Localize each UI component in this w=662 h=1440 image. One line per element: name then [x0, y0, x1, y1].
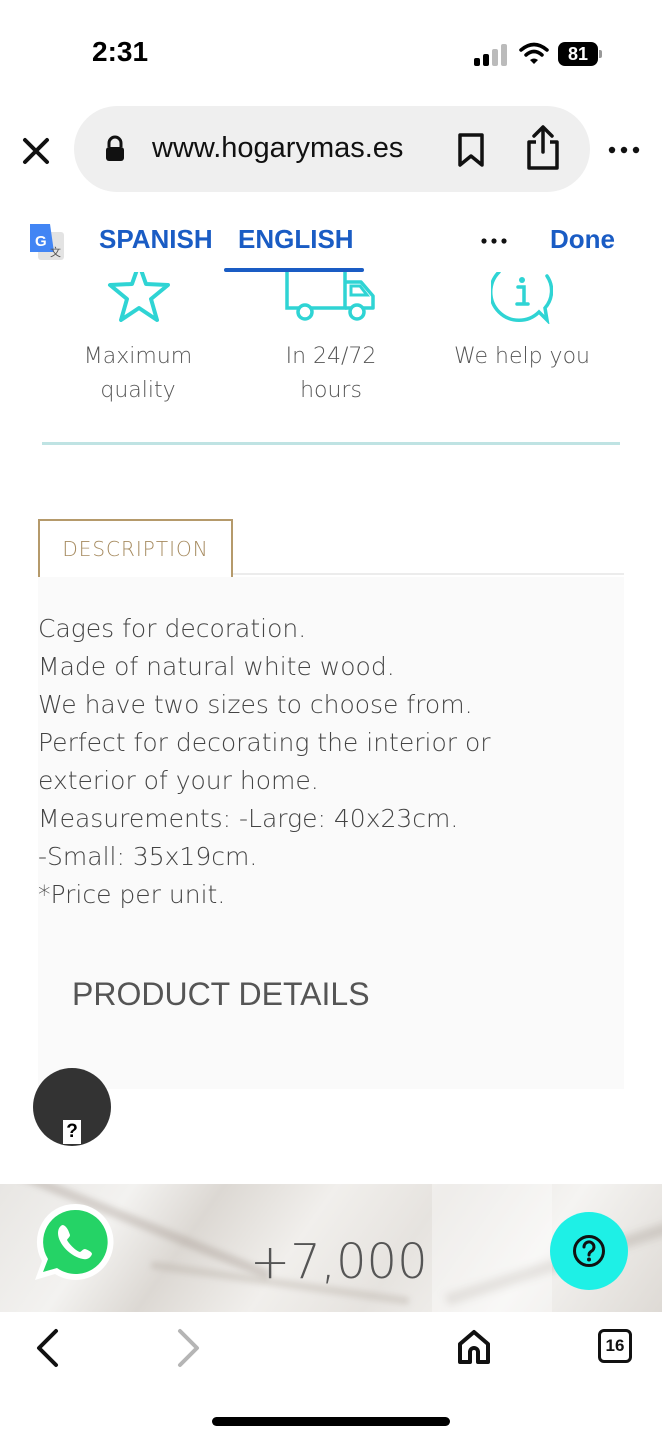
wifi-icon [519, 42, 549, 64]
tab-bar-line [233, 573, 624, 575]
translate-done-button[interactable]: Done [550, 224, 615, 255]
home-indicator [212, 1417, 450, 1426]
info-bubble-icon [491, 272, 553, 324]
help-fab-button[interactable] [550, 1212, 628, 1290]
svg-text:G: G [35, 233, 47, 250]
section-divider [42, 442, 620, 445]
description-line: *Price per unit. [38, 880, 226, 909]
question-circle-icon [573, 1235, 605, 1267]
delivery-truck-icon [285, 272, 375, 321]
feature-delivery-label: In 24/72 hours [285, 344, 377, 403]
battery-level: 81 [558, 42, 598, 66]
lock-icon [106, 135, 124, 161]
cellular-signal-icon [474, 44, 508, 66]
feature-quality-label: Maximum quality [83, 344, 193, 403]
help-chat-button[interactable]: ? [33, 1068, 111, 1146]
description-line: Made of natural white wood. [38, 652, 395, 681]
translate-options-icon[interactable] [481, 238, 507, 244]
status-bar: 2:31 81 [0, 0, 662, 100]
star-icon [108, 272, 170, 322]
banner-count: +7,000 [250, 1234, 428, 1290]
description-line: We have two sizes to choose from. [38, 690, 473, 719]
question-mark-icon: ? [63, 1120, 81, 1144]
feature-help-label: We help you [454, 344, 590, 369]
description-line: Perfect for decorating the interior or [38, 728, 491, 757]
more-options-icon[interactable] [608, 146, 640, 154]
product-details-heading[interactable]: PRODUCT DETAILS [72, 976, 370, 1013]
status-time: 2:31 [92, 36, 149, 67]
tab-description[interactable]: DESCRIPTION [38, 519, 233, 577]
description-text: Cages for decoration. Made of natural wh… [38, 610, 618, 914]
bookmark-icon[interactable] [456, 132, 486, 168]
home-icon[interactable] [456, 1328, 492, 1366]
url-text[interactable]: www.hogarymas.es [152, 132, 403, 165]
description-line: Measurements: -Large: 40x23cm. [38, 804, 459, 833]
description-line: -Small: 35x19cm. [38, 842, 258, 871]
svg-text:文: 文 [50, 245, 61, 259]
battery-icon: 81 [558, 42, 602, 66]
back-arrow-icon[interactable] [34, 1328, 60, 1368]
tab-target-language[interactable]: ENGLISH [238, 224, 354, 255]
whatsapp-icon[interactable] [33, 1200, 117, 1284]
forward-arrow-icon[interactable] [176, 1328, 202, 1368]
tab-switcher-button[interactable]: 16 [598, 1329, 632, 1363]
close-icon[interactable] [18, 133, 54, 169]
share-icon[interactable] [524, 124, 562, 172]
google-translate-icon: G 文 [30, 224, 64, 260]
description-line: Cages for decoration. [38, 614, 307, 643]
description-line: exterior of your home. [38, 766, 319, 795]
tab-source-language[interactable]: SPANISH [99, 224, 213, 255]
